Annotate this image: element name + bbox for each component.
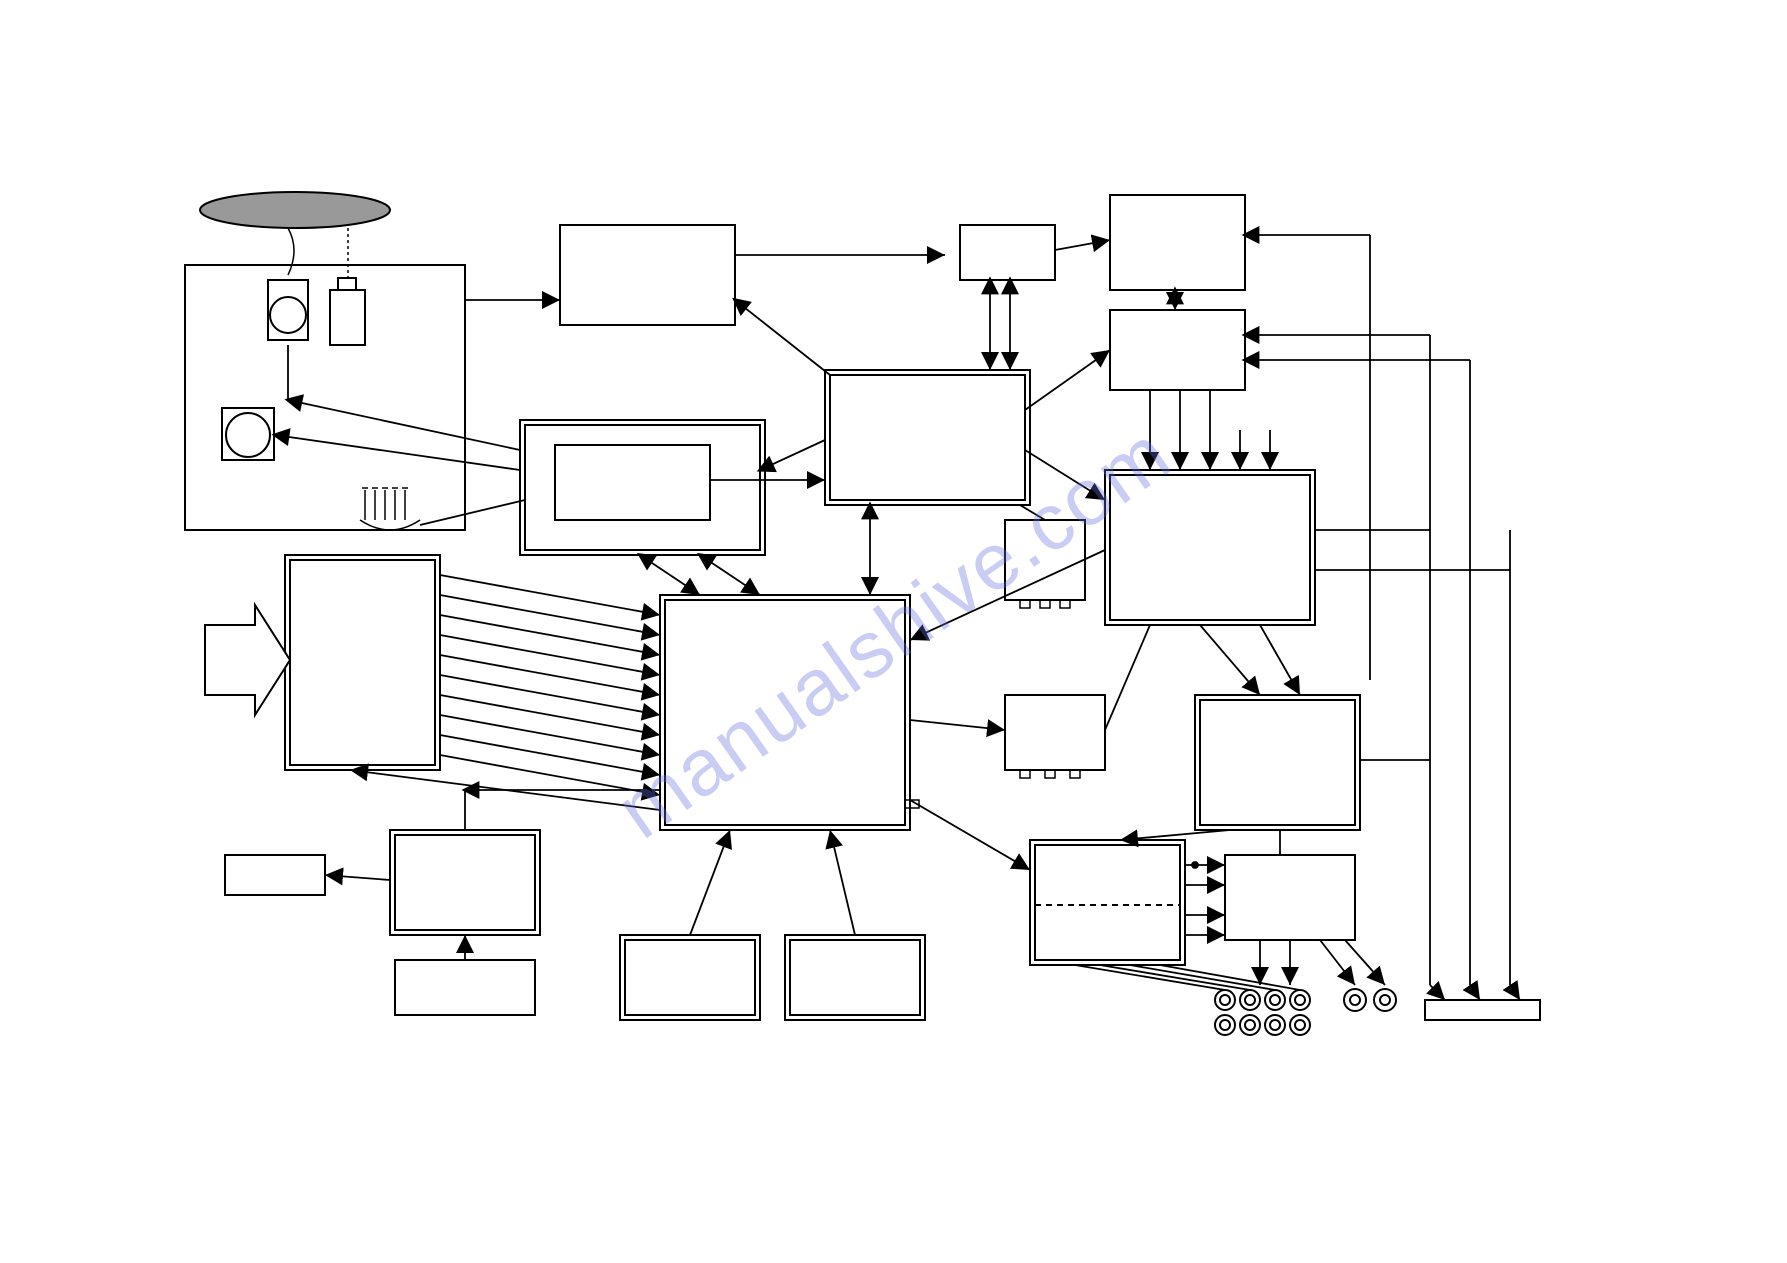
frame-top-left — [185, 265, 465, 530]
motor-icon — [226, 413, 270, 457]
left-bus-source — [285, 555, 440, 770]
block-h2 — [785, 935, 925, 1020]
ic-block — [1005, 520, 1085, 600]
block-g — [395, 960, 535, 1015]
block-b — [825, 370, 1030, 505]
block-i — [1030, 840, 1185, 965]
disc-icon — [200, 192, 390, 228]
block-small-bottom-left — [225, 855, 325, 895]
block-f — [390, 830, 540, 935]
block-top-right-2 — [1110, 310, 1245, 390]
block-diagram-svg — [0, 0, 1787, 1263]
motor-icon — [270, 297, 306, 333]
block-e — [1195, 695, 1360, 830]
block-h1 — [620, 935, 760, 1020]
block-top-right-1 — [1110, 195, 1245, 290]
input-arrow-icon — [205, 605, 290, 715]
block-a — [560, 225, 735, 325]
block-j — [1225, 855, 1355, 940]
ic-block — [1005, 695, 1105, 770]
diagram-canvas: manualshive.com — [0, 0, 1787, 1263]
block-d — [1105, 470, 1315, 625]
connector-bar — [1425, 1000, 1540, 1020]
connector-jacks-icon — [1215, 990, 1310, 1035]
pin-header-icon — [360, 488, 420, 530]
connector-jacks-icon — [1344, 989, 1396, 1011]
bus-lines — [440, 575, 660, 795]
block-c — [520, 420, 765, 555]
block-small-top — [960, 225, 1055, 280]
main-block — [660, 595, 910, 830]
